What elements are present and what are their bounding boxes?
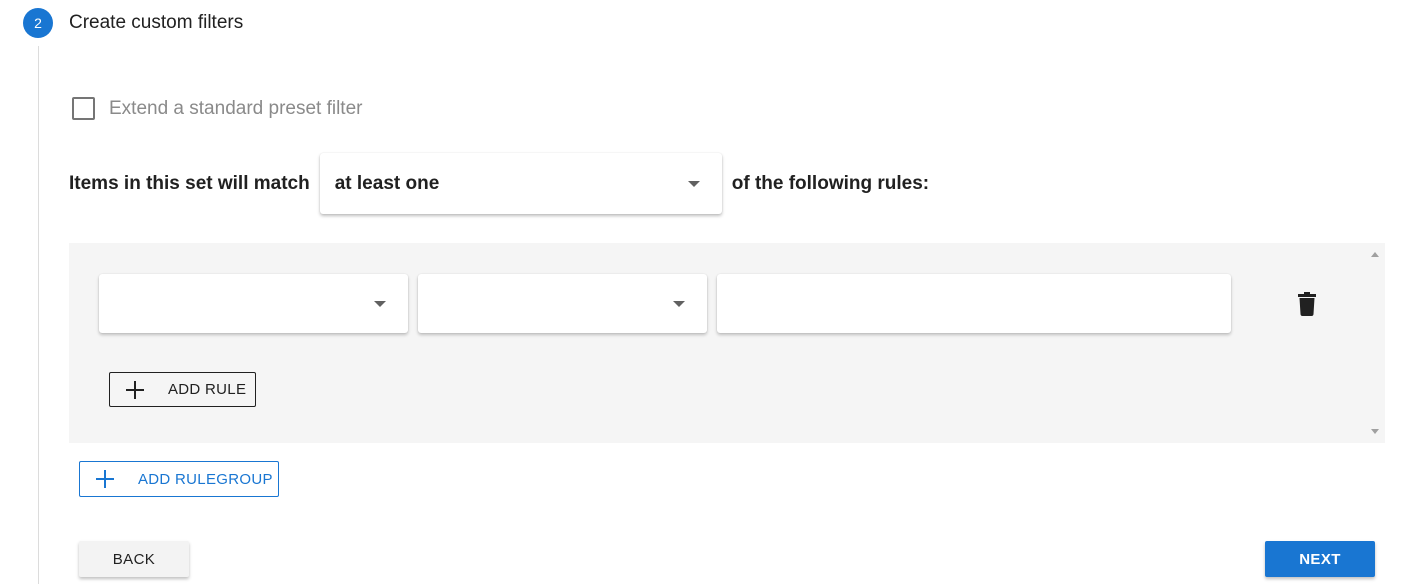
- chevron-down-icon: [673, 300, 685, 307]
- chevron-down-icon: [687, 180, 700, 187]
- match-mode-value: at least one: [334, 172, 440, 194]
- rule-value-field[interactable]: [717, 274, 1231, 333]
- add-rulegroup-label: ADD RULEGROUP: [138, 470, 273, 488]
- match-suffix-text: of the following rules:: [731, 172, 930, 194]
- step-header: 2 Create custom filters: [23, 8, 243, 38]
- add-rule-button[interactable]: ADD RULE: [109, 372, 256, 407]
- back-button[interactable]: BACK: [79, 541, 189, 577]
- extend-preset-filter-option[interactable]: Extend a standard preset filter: [72, 97, 362, 120]
- trash-icon[interactable]: [1298, 292, 1316, 316]
- rule-operator-select[interactable]: [418, 274, 707, 333]
- match-prefix-text: Items in this set will match: [69, 172, 310, 194]
- next-button[interactable]: NEXT: [1265, 541, 1375, 577]
- rule-value-input[interactable]: [717, 274, 1231, 333]
- rule-field-select[interactable]: [99, 274, 408, 333]
- add-rulegroup-button[interactable]: ADD RULEGROUP: [79, 461, 279, 497]
- match-mode-select[interactable]: at least one: [319, 153, 722, 214]
- add-rule-label: ADD RULE: [168, 381, 247, 398]
- plus-icon: [126, 380, 144, 399]
- extend-preset-label: Extend a standard preset filter: [109, 97, 363, 119]
- scroll-down-arrow[interactable]: [1371, 429, 1379, 434]
- rule-group-panel: ADD RULE: [69, 243, 1385, 443]
- extend-preset-checkbox[interactable]: [72, 97, 95, 120]
- match-mode-row: Items in this set will match at least on…: [69, 153, 929, 214]
- scroll-up-arrow[interactable]: [1371, 252, 1379, 257]
- plus-icon: [96, 470, 114, 488]
- step-connector-line: [38, 46, 39, 584]
- chevron-down-icon: [374, 300, 386, 307]
- step-title: Create custom filters: [69, 12, 244, 33]
- step-number-badge: 2: [23, 8, 53, 38]
- rule-panel-scrollbar[interactable]: [1365, 243, 1385, 443]
